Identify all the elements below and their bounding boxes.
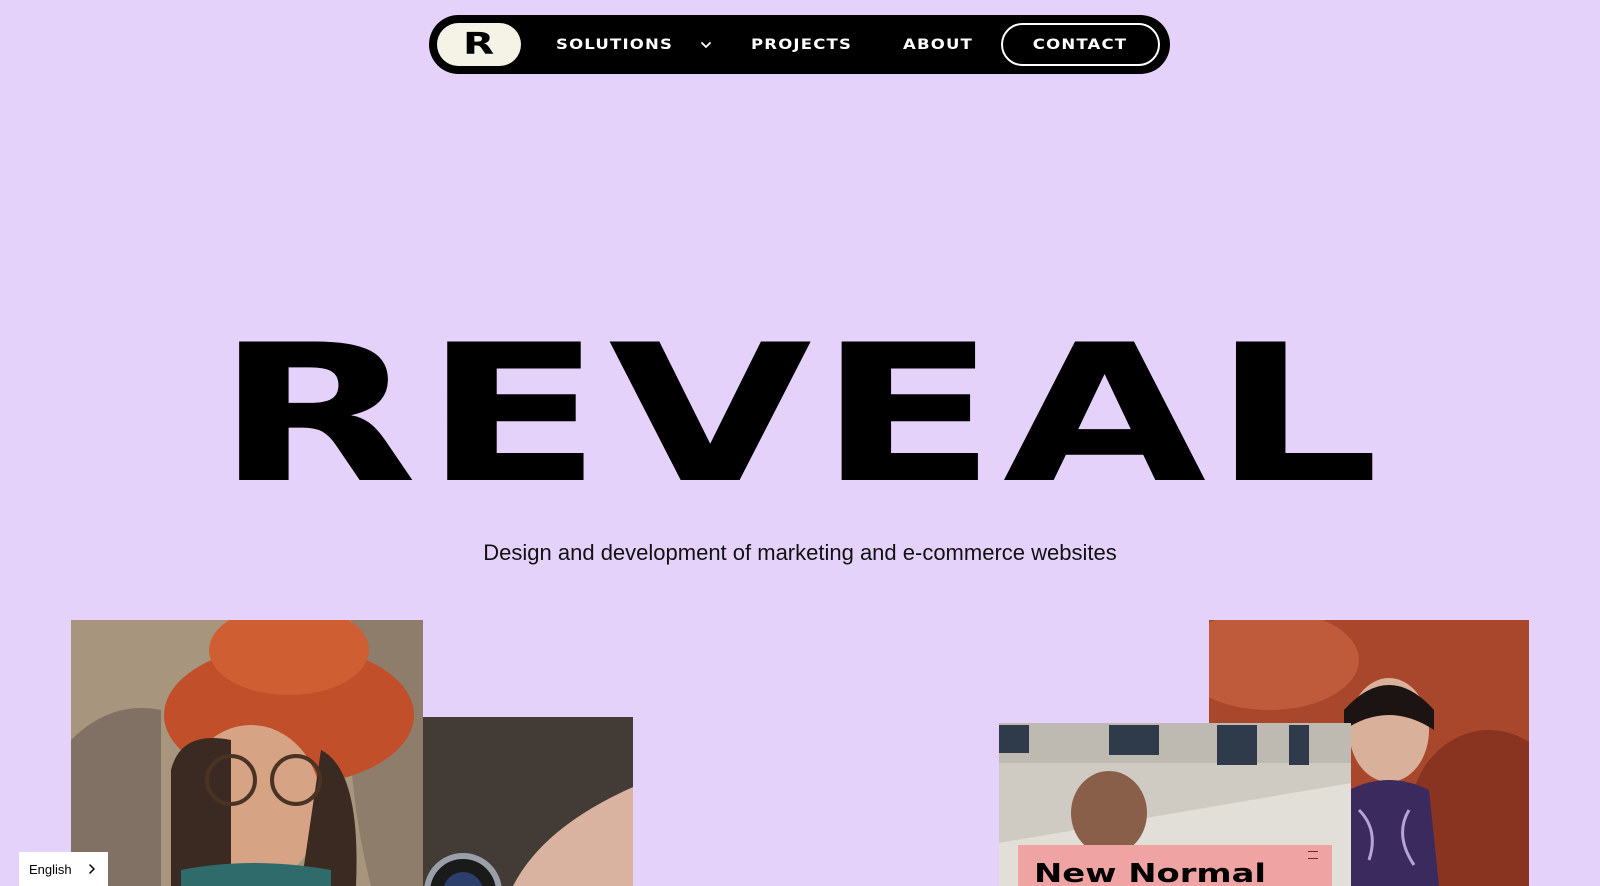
nav-item-label: PROJECTS: [751, 36, 853, 53]
photo-person-bucket-hat: [71, 620, 423, 886]
promo-card: New Normal: [1018, 845, 1332, 886]
nav-item-about[interactable]: ABOUT: [903, 15, 972, 74]
hero-title: REVEAL: [215, 304, 1385, 520]
chevron-down-icon: [701, 42, 711, 48]
hero-title-svg: REVEAL: [215, 304, 1385, 520]
nav-item-label: ABOUT: [903, 36, 974, 53]
language-switcher[interactable]: English: [19, 852, 108, 886]
main-nav: R SOLUTIONS PROJECTS ABOUT CONTACT: [429, 15, 1170, 74]
chevron-right-icon: [89, 864, 95, 874]
photo-wrist-watch-art: [423, 717, 633, 886]
promo-card-title: New Normal: [1034, 859, 1267, 886]
nav-item-label: SOLUTIONS: [556, 36, 674, 53]
nav-item-solutions[interactable]: SOLUTIONS: [556, 15, 711, 74]
hero-subtitle: Design and development of marketing and …: [483, 540, 1117, 565]
contact-button-label: CONTACT: [1033, 36, 1128, 53]
menu-icon: [1308, 851, 1318, 859]
logo-mark: R: [463, 26, 495, 62]
language-label: English: [29, 861, 72, 877]
photo-person-bucket-hat-art: [71, 620, 423, 886]
photo-wrist-watch: [423, 717, 633, 886]
nav-item-projects[interactable]: PROJECTS: [751, 15, 851, 74]
logo-button[interactable]: R: [437, 23, 521, 66]
photo-person-building: New Normal: [999, 723, 1351, 886]
hero-title-block: REVEAL: [0, 300, 1600, 520]
contact-button[interactable]: CONTACT: [1001, 23, 1160, 66]
